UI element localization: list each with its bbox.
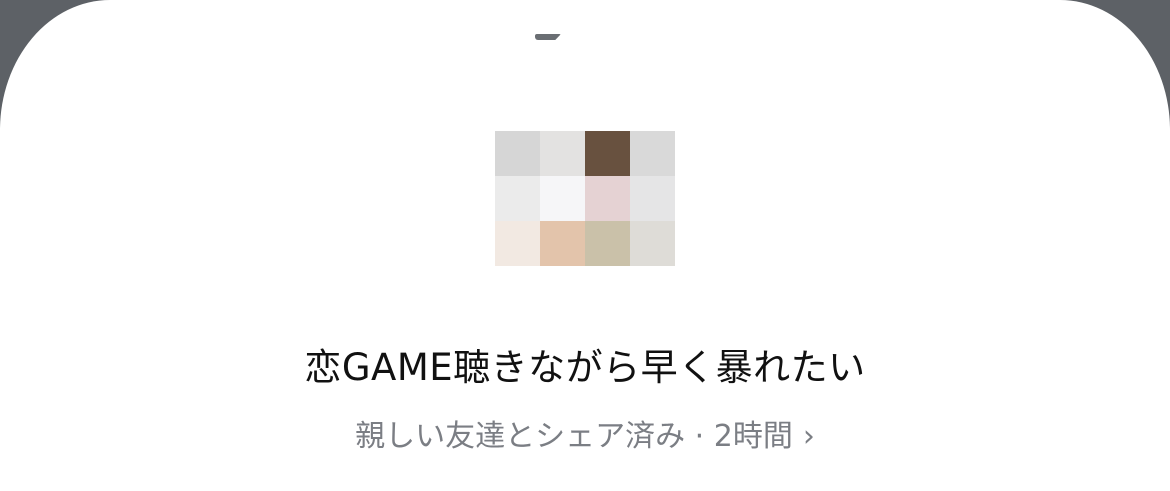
thumbnail-pixel — [540, 176, 585, 221]
thumbnail-pixel — [585, 176, 630, 221]
thumbnail-pixel — [630, 221, 675, 266]
thumbnail-pixel — [585, 221, 630, 266]
thumbnail-pixel — [630, 176, 675, 221]
sheet-grabber-handle[interactable] — [535, 34, 561, 40]
story-thumbnail[interactable] — [495, 131, 675, 266]
share-info-text: 親しい友達とシェア済み · 2時間 — [355, 419, 793, 454]
thumbnail-pixel — [495, 221, 540, 266]
thumbnail-pixel — [495, 176, 540, 221]
thumbnail-pixel — [540, 131, 585, 176]
thumbnail-pixel — [630, 131, 675, 176]
chevron-right-icon: › — [802, 419, 815, 454]
post-title: 恋GAME聴きながら早く暴れたい — [304, 346, 866, 389]
bottom-sheet: 恋GAME聴きながら早く暴れたい 親しい友達とシェア済み · 2時間 › — [0, 0, 1170, 491]
share-info-link[interactable]: 親しい友達とシェア済み · 2時間 › — [0, 415, 1170, 459]
thumbnail-pixel — [495, 131, 540, 176]
thumbnail-pixel — [585, 131, 630, 176]
thumbnail-pixel — [540, 221, 585, 266]
